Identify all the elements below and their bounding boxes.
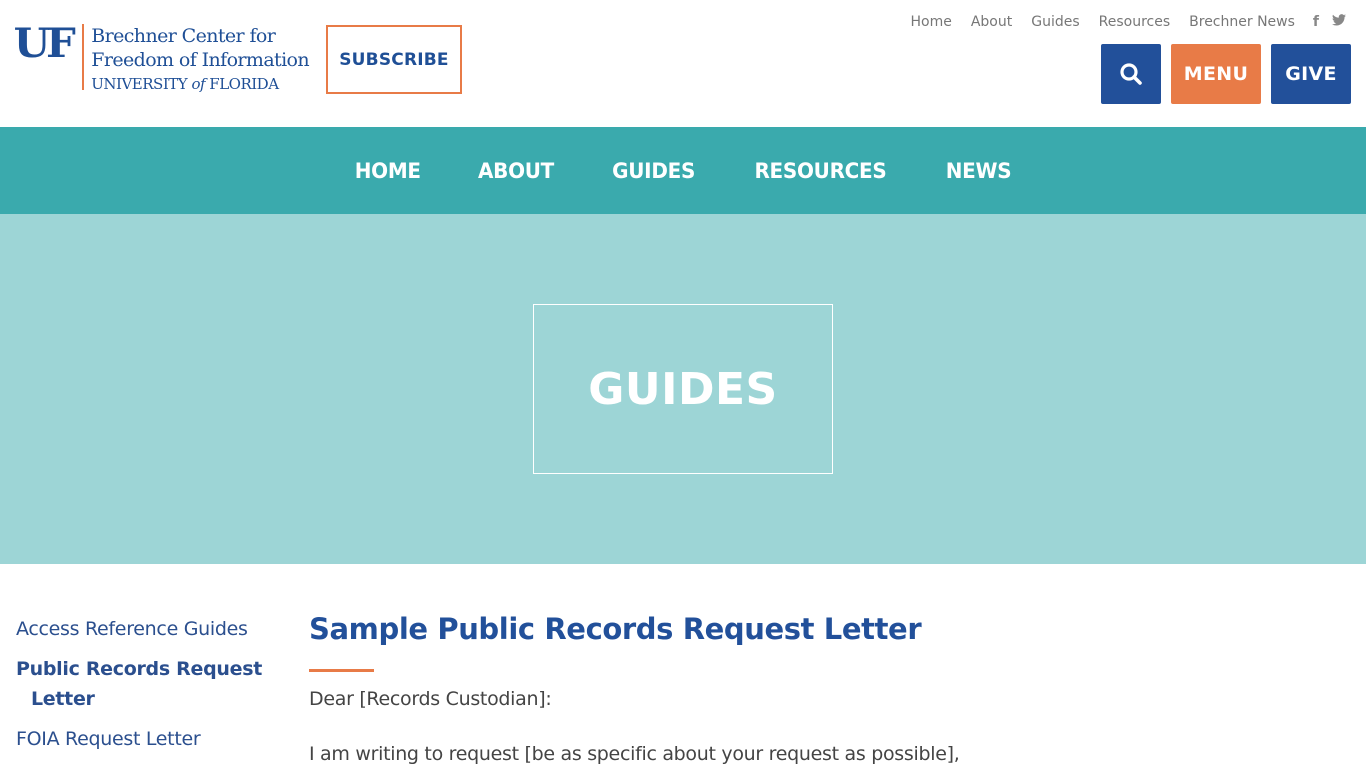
utility-link-about[interactable]: About xyxy=(971,14,1012,30)
logo-florida: FLORIDA xyxy=(205,75,279,93)
subscribe-button[interactable]: SUBSCRIBE xyxy=(326,25,462,94)
give-button[interactable]: GIVE xyxy=(1271,44,1351,104)
sidebar-nav: Access Reference Guides Public Records R… xyxy=(16,614,276,764)
utility-link-guides[interactable]: Guides xyxy=(1031,14,1079,30)
utility-link-resources[interactable]: Resources xyxy=(1099,14,1171,30)
page-title: Sample Public Records Request Letter xyxy=(309,612,922,646)
facebook-icon[interactable]: f xyxy=(1313,14,1319,30)
title-underline xyxy=(309,669,374,672)
search-button[interactable] xyxy=(1101,44,1161,104)
site-header: UF Brechner Center for Freedom of Inform… xyxy=(0,0,1366,127)
letter-paragraph: I am writing to request [be as specific … xyxy=(309,743,960,765)
logo-line-1: Brechner Center for xyxy=(91,25,276,47)
logo-line-3: UNIVERSITY of FLORIDA xyxy=(91,73,309,95)
menu-button[interactable]: MENU xyxy=(1171,44,1261,104)
logo-divider xyxy=(82,24,85,90)
brechner-logo[interactable]: UF Brechner Center for Freedom of Inform… xyxy=(13,20,310,95)
main-nav-resources[interactable]: RESOURCES xyxy=(755,159,887,183)
header-actions: MENU GIVE xyxy=(1101,44,1351,104)
letter-salutation: Dear [Records Custodian]: xyxy=(309,688,552,710)
logo-of: of xyxy=(191,75,206,93)
sidebar-item-foia-request-letter[interactable]: FOIA Request Letter xyxy=(16,724,276,754)
utility-nav: Home About Guides Resources Brechner New… xyxy=(891,12,1346,32)
hero-banner: GUIDES xyxy=(0,214,1366,564)
utility-link-home[interactable]: Home xyxy=(910,14,951,30)
hero-title: GUIDES xyxy=(588,363,778,415)
main-nav-home[interactable]: HOME xyxy=(354,159,420,183)
hero-title-box: GUIDES xyxy=(533,304,833,474)
uf-logo-mark: UF xyxy=(13,20,76,67)
logo-university: UNIVERSITY xyxy=(91,75,192,93)
main-nav-about[interactable]: ABOUT xyxy=(478,159,554,183)
main-content: Sample Public Records Request Letter Dea… xyxy=(309,610,1009,768)
main-nav: HOME ABOUT GUIDES RESOURCES NEWS xyxy=(0,127,1366,214)
logo-text: Brechner Center for Freedom of Informati… xyxy=(91,24,309,95)
logo-line-2: Freedom of Information xyxy=(91,49,310,71)
sidebar-item-public-records-request-letter[interactable]: Public Records Request Letter xyxy=(16,654,276,714)
main-nav-news[interactable]: NEWS xyxy=(946,159,1012,183)
twitter-icon[interactable] xyxy=(1332,14,1346,30)
sidebar-item-access-reference-guides[interactable]: Access Reference Guides xyxy=(16,614,276,644)
main-nav-guides[interactable]: GUIDES xyxy=(612,159,695,183)
utility-link-brechner-news[interactable]: Brechner News xyxy=(1189,14,1295,30)
search-icon xyxy=(1120,63,1142,85)
